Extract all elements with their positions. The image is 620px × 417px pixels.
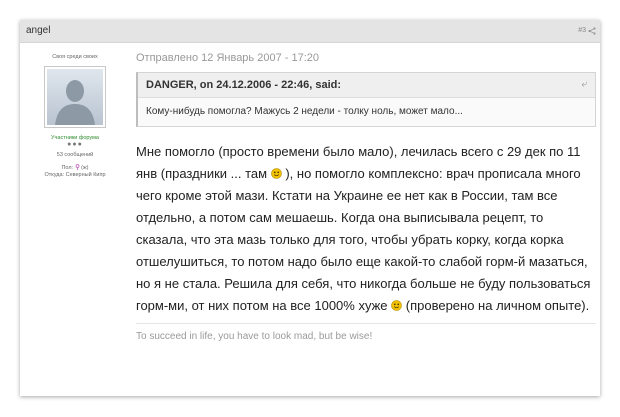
post-content: Отправлено 12 Январь 2007 - 17:20 DANGER… — [136, 43, 600, 342]
post-header-tools: #3 — [578, 20, 596, 42]
author-sidebar: Своя среди своих Участники форума ●●● 53… — [20, 43, 130, 179]
forum-post: angel #3 Своя среди своих Участники фору… — [20, 20, 600, 396]
post-body-text-3: (проверено на личном опыте). — [402, 298, 590, 313]
quote-text: Кому-нибудь помогла? Мажусь 2 недели - т… — [146, 106, 463, 117]
signature: To succeed in life, you have to look mad… — [136, 323, 596, 342]
quote-block: DANGER, on 24.12.2006 - 22:46, said: ⤶ К… — [136, 72, 596, 127]
quote-jump-icon[interactable]: ⤶ — [581, 73, 587, 97]
quote-header: DANGER, on 24.12.2006 - 22:46, said: ⤶ — [138, 73, 595, 98]
post-body-text-2: ), но помогло комплексно: врач прописала… — [136, 166, 591, 313]
posted-date: Отправлено 12 Январь 2007 - 17:20 — [136, 52, 319, 64]
member-title: Своя среди своих — [52, 54, 98, 60]
post-header: angel #3 — [20, 20, 600, 43]
gender-value: (ж) — [81, 165, 89, 171]
location: Откуда: Северный Кипр — [44, 172, 106, 178]
smiley-icon — [391, 300, 402, 311]
avatar[interactable] — [44, 66, 106, 128]
rank-pips: ●●● — [67, 141, 83, 148]
smiley-icon — [270, 168, 282, 179]
author-name-link[interactable]: angel — [26, 25, 50, 36]
gender-label: Пол: — [61, 165, 74, 171]
member-meta: Пол: (ж) Откуда: Северный Кипр — [20, 164, 130, 179]
female-icon — [75, 164, 80, 170]
default-avatar-icon — [47, 69, 103, 125]
post-body: Мне помогло (просто времени было мало), … — [136, 141, 598, 317]
post-count: 53 сообщений — [56, 152, 94, 158]
quote-citation: DANGER, on 24.12.2006 - 22:46, said: — [146, 79, 342, 91]
post-number-link[interactable]: #3 — [578, 20, 586, 42]
share-icon[interactable] — [588, 27, 596, 35]
gender-row: Пол: (ж) — [20, 164, 130, 172]
